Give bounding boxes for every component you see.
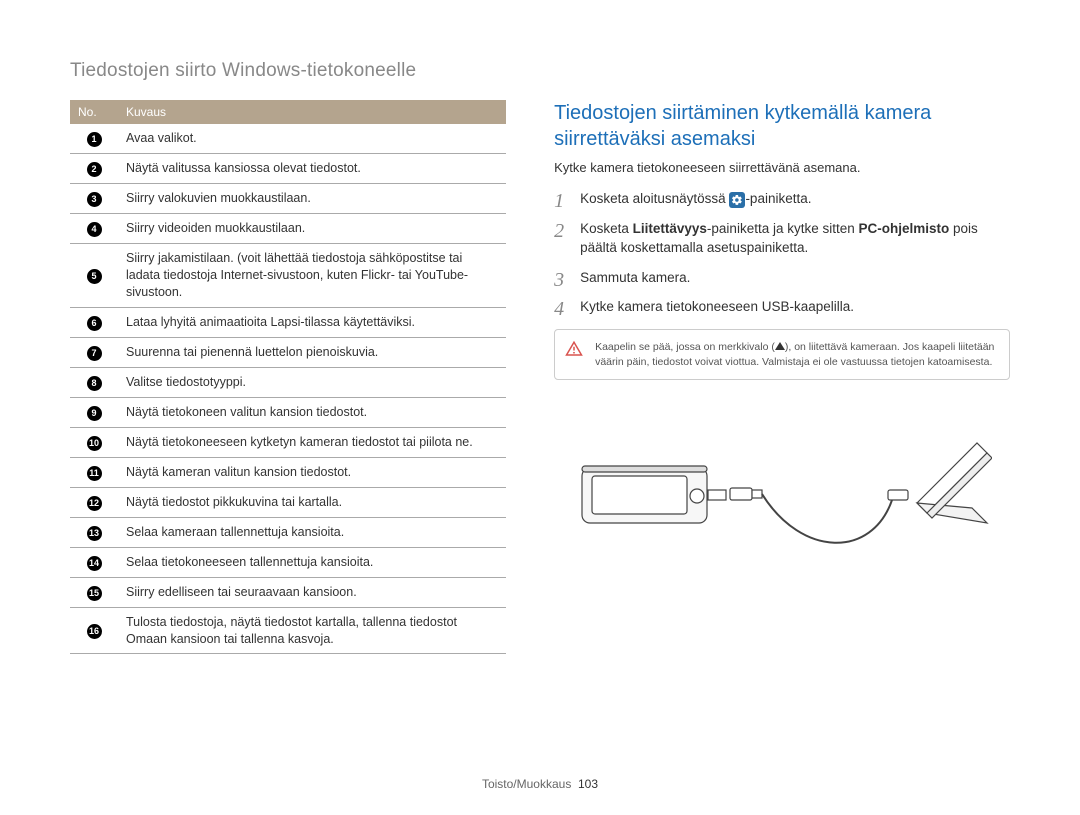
left-column: No. Kuvaus 1 Avaa valikot. 2 Näytä valitus… <box>70 100 506 654</box>
warning-note: Kaapelin se pää, jossa on merkkivalo (),… <box>554 329 1010 380</box>
right-column: Tiedostojen siirtäminen kytkemällä kamer… <box>554 100 1010 654</box>
step-4: Kytke kamera tietokoneeseen USB-kaapelil… <box>554 297 1010 317</box>
description-table: No. Kuvaus 1 Avaa valikot. 2 Näytä valitus… <box>70 100 506 654</box>
row-number-icon: 1 <box>87 132 102 147</box>
row-desc: Näytä tietokoneeseen kytketyn kameran ti… <box>118 427 506 457</box>
step-text: Kosketa <box>580 221 633 236</box>
table-row: 7 Suurenna tai pienennä luettelon pienois… <box>70 337 506 367</box>
row-number-icon: 3 <box>87 192 102 207</box>
row-desc: Näytä kameran valitun kansion tiedostot. <box>118 457 506 487</box>
table-row: 1 Avaa valikot. <box>70 124 506 154</box>
table-row: 10 Näytä tietokoneeseen kytketyn kameran … <box>70 427 506 457</box>
row-desc: Siirry edelliseen tai seuraavaan kansioo… <box>118 577 506 607</box>
steps-list: Kosketa aloitusnäytössä -painiketta. Kos… <box>554 189 1010 317</box>
warning-icon <box>565 340 583 358</box>
row-number-icon: 16 <box>87 624 102 639</box>
row-number-icon: 10 <box>87 436 102 451</box>
row-desc: Selaa tietokoneeseen tallennettuja kansi… <box>118 547 506 577</box>
row-desc: Siirry videoiden muokkaustilaan. <box>118 214 506 244</box>
note-text: Kaapelin se pää, jossa on merkkivalo (),… <box>595 340 997 369</box>
table-row: 15 Siirry edelliseen tai seuraavaan kansi… <box>70 577 506 607</box>
row-number-icon: 2 <box>87 162 102 177</box>
row-number-icon: 6 <box>87 316 102 331</box>
row-number-icon: 7 <box>87 346 102 361</box>
footer-section: Toisto/Muokkaus <box>482 777 571 791</box>
table-row: 4 Siirry videoiden muokkaustilaan. <box>70 214 506 244</box>
table-header-no: No. <box>70 100 118 124</box>
table-row: 12 Näytä tiedostot pikkukuvina tai kartal… <box>70 487 506 517</box>
table-row: 6 Lataa lyhyitä animaatioita Lapsi-tilass… <box>70 307 506 337</box>
row-desc: Näytä valitussa kansiossa olevat tiedost… <box>118 154 506 184</box>
row-desc: Suurenna tai pienennä luettelon pienoisk… <box>118 337 506 367</box>
table-row: 9 Näytä tietokoneen valitun kansion tiedo… <box>70 397 506 427</box>
row-desc: Siirry valokuvien muokkaustilaan. <box>118 184 506 214</box>
row-desc: Selaa kameraan tallennettuja kansioita. <box>118 517 506 547</box>
table-header-desc: Kuvaus <box>118 100 506 124</box>
row-desc: Lataa lyhyitä animaatioita Lapsi-tilassa… <box>118 307 506 337</box>
step-1: Kosketa aloitusnäytössä -painiketta. <box>554 189 1010 209</box>
note-text-a: Kaapelin se pää, jossa on merkkivalo ( <box>595 341 775 353</box>
row-number-icon: 9 <box>87 406 102 421</box>
footer-page-number: 103 <box>578 777 598 791</box>
step-text: -painiketta. <box>745 191 811 206</box>
step-bold: Liitettävyys <box>633 221 707 236</box>
row-desc: Siirry jakamistilaan. (voit lähettää tie… <box>118 244 506 308</box>
table-row: 8 Valitse tiedostotyyppi. <box>70 367 506 397</box>
row-number-icon: 11 <box>87 466 102 481</box>
page-title: Tiedostojen siirto Windows-tietokoneelle <box>70 60 1010 82</box>
table-row: 3 Siirry valokuvien muokkaustilaan. <box>70 184 506 214</box>
step-text: -painiketta ja kytke sitten <box>707 221 859 236</box>
row-number-icon: 15 <box>87 586 102 601</box>
row-desc: Avaa valikot. <box>118 124 506 154</box>
table-row: 13 Selaa kameraan tallennettuja kansioita… <box>70 517 506 547</box>
triangle-marker-icon <box>775 342 785 350</box>
row-desc: Tulosta tiedostoja, näytä tiedostot kart… <box>118 607 506 654</box>
row-number-icon: 5 <box>87 269 102 284</box>
table-row: 5 Siirry jakamistilaan. (voit lähettää ti… <box>70 244 506 308</box>
row-number-icon: 4 <box>87 222 102 237</box>
row-desc: Näytä tietokoneen valitun kansion tiedos… <box>118 397 506 427</box>
row-desc: Näytä tiedostot pikkukuvina tai kartalla… <box>118 487 506 517</box>
section-heading: Tiedostojen siirtäminen kytkemällä kamer… <box>554 100 1010 152</box>
row-number-icon: 13 <box>87 526 102 541</box>
table-row: 11 Näytä kameran valitun kansion tiedosto… <box>70 457 506 487</box>
row-number-icon: 12 <box>87 496 102 511</box>
usb-connection-illustration <box>554 408 1010 568</box>
table-row: 14 Selaa tietokoneeseen tallennettuja kan… <box>70 547 506 577</box>
step-bold: PC-ohjelmisto <box>859 221 950 236</box>
row-number-icon: 14 <box>87 556 102 571</box>
table-row: 2 Näytä valitussa kansiossa olevat tiedos… <box>70 154 506 184</box>
intro-text: Kytke kamera tietokoneeseen siirrettävän… <box>554 160 1010 175</box>
step-2: Kosketa Liitettävyys-painiketta ja kytke… <box>554 219 1010 258</box>
row-desc: Valitse tiedostotyyppi. <box>118 367 506 397</box>
step-3: Sammuta kamera. <box>554 268 1010 288</box>
page-footer: Toisto/Muokkaus 103 <box>0 777 1080 791</box>
row-number-icon: 8 <box>87 376 102 391</box>
table-row: 16 Tulosta tiedostoja, näytä tiedostot ka… <box>70 607 506 654</box>
settings-icon <box>729 192 745 208</box>
step-text: Kosketa aloitusnäytössä <box>580 191 729 206</box>
